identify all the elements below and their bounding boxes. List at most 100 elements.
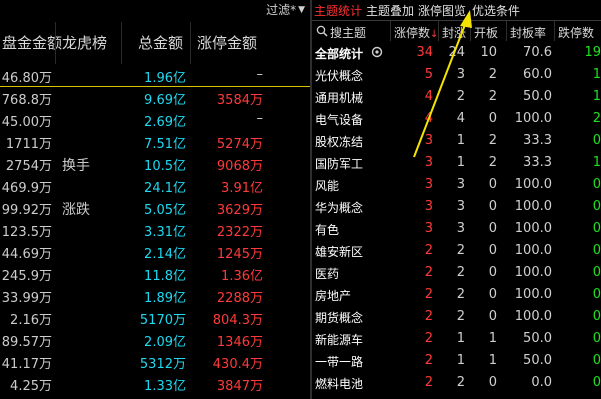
column-divider [506,21,507,41]
column-header-sealed[interactable]: 封涨 [442,24,466,41]
cell-limit-up-amount: 3847万 [216,379,263,394]
cell-limit-up-count: 5 [424,67,433,82]
column-divider [190,22,191,64]
table-row[interactable]: 4.25万 1.33亿 3847万 [0,372,310,394]
theme-row[interactable]: 有色 3 3 0 100.0 0 [312,218,601,240]
cell-limit-up-count: 3 [424,199,433,214]
cell-opened: 0 [488,177,497,192]
cell-limit-up-amount: – [256,67,264,82]
cell-seal-rate: 60.0 [523,67,552,82]
cell-limit-up-count: 2 [424,375,433,390]
cell-limit-down-count: 2 [592,111,601,126]
cell-limit-up-count: 2 [424,243,433,258]
summary-row[interactable]: 全部统计 34 24 10 70.6 19 [312,42,601,64]
table-row[interactable]: 2.16万 5170万 804.3万 [0,306,310,328]
cell-seal-rate: 100.0 [514,265,552,280]
cell-limit-down-count: 0 [592,353,601,368]
table-row[interactable]: 99.92万 涨跌 5.05亿 3629万 [0,196,310,218]
gear-icon[interactable] [371,46,383,58]
table-row[interactable]: 33.99万 1.89亿 2288万 [0,284,310,306]
theme-stats-panel: 主题统计 主题叠加 涨停图览 优选条件 搜主题 涨停数↓ 封涨 开板 封板率 跌… [312,0,601,399]
column-header-dragon-tiger[interactable]: 龙虎榜 [62,32,107,53]
cell-opened: 2 [488,67,497,82]
cell-amount: 2754万 [5,159,52,174]
cell-sealed: 3 [456,177,465,192]
theme-row[interactable]: 一带一路 2 1 1 50.0 0 [312,350,601,372]
theme-name: 一带一路 [315,355,364,369]
cell-limit-up-count: 3 [424,155,433,170]
cell-limit-up-amount: 5274万 [216,137,263,152]
cell-sealed: 4 [456,111,465,126]
filter-bar: 过滤* ▼ [0,0,310,20]
cell-opened: 1 [488,331,497,346]
cell-limit-down-count: 0 [592,265,601,280]
cell-opened: 10 [480,45,497,60]
cell-sealed: 2 [456,375,465,390]
theme-row[interactable]: 医药 2 2 0 100.0 0 [312,262,601,284]
theme-row[interactable]: 电气设备 4 4 0 100.0 2 [312,108,601,130]
cell-limit-down-count: 0 [592,331,601,346]
column-header-amount[interactable]: 盘金金额 [2,32,62,53]
cell-seal-rate: 50.0 [523,89,552,104]
tab-preferred-conditions[interactable]: 优选条件 [472,2,520,19]
theme-name: 华为概念 [315,201,364,215]
table-row[interactable]: 41.17万 5312万 430.4万 [0,350,310,372]
cell-seal-rate: 33.3 [523,133,552,148]
theme-row[interactable]: 华为概念 3 3 0 100.0 0 [312,196,601,218]
theme-name: 国防军工 [315,157,364,171]
table-row[interactable]: 768.8万 9.69亿 3584万 [0,86,310,108]
tab-theme-overlay[interactable]: 主题叠加 [366,2,414,19]
theme-row[interactable]: 燃料电池 2 2 0 0.0 0 [312,372,601,394]
column-divider [438,21,439,41]
column-header-seal-rate[interactable]: 封板率 [510,24,546,41]
column-divider [554,21,555,41]
search-theme-header[interactable]: 搜主题 [330,24,366,41]
theme-row[interactable]: 通用机械 4 2 2 50.0 1 [312,86,601,108]
cell-seal-rate: 0.0 [531,375,552,390]
table-row[interactable]: 123.5万 3.31亿 2322万 [0,218,310,240]
filter-button[interactable]: 过滤* ▼ [266,1,305,18]
cell-amount: 1711万 [5,137,52,152]
cell-seal-rate: 100.0 [514,221,552,236]
table-row[interactable]: 46.80万 1.96亿 – [0,64,310,86]
cell-limit-down-count: 1 [592,67,601,82]
cell-limit-up-amount: 3629万 [216,203,263,218]
table-row[interactable]: 44.69万 2.14亿 1245万 [0,240,310,262]
cell-limit-down-count: 0 [592,287,601,302]
table-row[interactable]: 469.9万 24.1亿 3.91亿 [0,174,310,196]
column-header-opened[interactable]: 开板 [474,24,498,41]
table-row[interactable]: 1711万 7.51亿 5274万 [0,130,310,152]
theme-row[interactable]: 光伏概念 5 3 2 60.0 1 [312,64,601,86]
cell-opened: 0 [488,287,497,302]
cell-total-amount: 5170万 [139,313,186,328]
cell-amount: 45.00万 [1,115,52,130]
search-icon[interactable] [316,25,328,37]
cell-limit-up-count: 3 [424,221,433,236]
theme-row[interactable]: 雄安新区 2 2 0 100.0 0 [312,240,601,262]
cell-total-amount: 2.69亿 [144,115,186,130]
column-header-limit-down-count[interactable]: 跌停数 [558,24,594,41]
table-row[interactable]: 2754万 换手 10.5亿 9068万 [0,152,310,174]
column-header-limit-up-amount[interactable]: 涨停金额 [197,32,257,53]
column-header-limit-up-count[interactable]: 涨停数↓ [394,24,438,41]
theme-row[interactable]: 新能源车 2 1 1 50.0 0 [312,328,601,350]
table-row[interactable]: 245.9万 11.8亿 1.36亿 [0,262,310,284]
theme-row[interactable]: 风能 3 3 0 100.0 0 [312,174,601,196]
cell-limit-up-count: 4 [424,111,433,126]
table-row[interactable]: 89.57万 2.09亿 1346万 [0,328,310,350]
theme-row[interactable]: 房地产 2 2 0 100.0 0 [312,284,601,306]
cell-limit-up-count: 2 [424,309,433,324]
theme-row[interactable]: 国防军工 3 1 2 33.3 1 [312,152,601,174]
tab-limit-up-view[interactable]: 涨停图览 [418,2,466,19]
table-row[interactable]: 45.00万 2.69亿 – [0,108,310,130]
column-header-total-amount[interactable]: 总金额 [138,32,183,53]
tab-theme-stats[interactable]: 主题统计 [314,2,362,19]
cell-amount: 768.8万 [1,93,52,108]
cell-limit-up-amount: 430.4万 [212,357,263,372]
cell-limit-down-count: 0 [592,221,601,236]
cell-limit-down-count: 0 [592,177,601,192]
cell-sealed: 1 [456,353,465,368]
theme-row[interactable]: 期货概念 2 2 0 100.0 0 [312,306,601,328]
selected-row-underline [0,86,310,87]
theme-row[interactable]: 股权冻结 3 1 2 33.3 0 [312,130,601,152]
